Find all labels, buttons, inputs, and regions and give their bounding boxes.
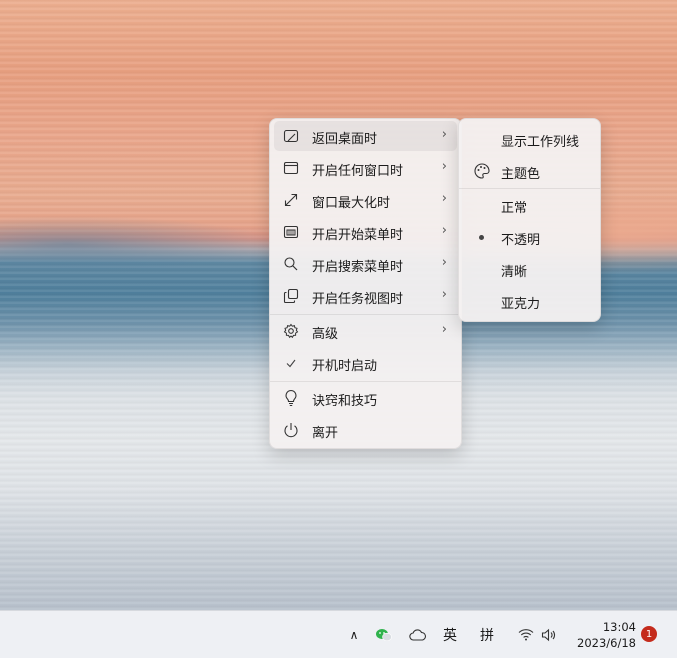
ime-language-indicator[interactable]: 英	[438, 611, 462, 658]
menu-item-label: 返回桌面时	[312, 132, 378, 147]
chevron-right-icon: ›	[441, 127, 447, 142]
task-view-icon	[282, 287, 300, 305]
submenu-item-label: 亚克力	[501, 297, 541, 312]
chevron-right-icon: ›	[441, 287, 447, 302]
start-menu-icon	[282, 223, 300, 241]
palette-icon	[473, 162, 491, 180]
chevron-right-icon: ›	[441, 223, 447, 238]
ime-mode-indicator[interactable]: 拼	[475, 611, 499, 658]
menu-separator	[270, 314, 461, 315]
submenu-item-acrylic[interactable]: 亚克力	[463, 286, 596, 316]
submenu: 显示工作列线 主题色 正常 不透明 清晰 亚克力	[458, 118, 601, 322]
submenu-item-label: 正常	[501, 201, 528, 216]
menu-item-task-view[interactable]: 开启任务视图时 ›	[274, 281, 457, 311]
menu-item-label: 离开	[312, 426, 339, 441]
submenu-item-normal[interactable]: 正常	[463, 190, 596, 220]
chevron-right-icon: ›	[441, 255, 447, 270]
context-menu: 返回桌面时 › 开启任何窗口时 › 窗口最大化时 › 开启开始菜单时 › 开启搜…	[269, 118, 462, 449]
onedrive-cloud-icon[interactable]	[407, 611, 429, 658]
submenu-separator	[459, 188, 600, 189]
search-icon	[282, 255, 300, 273]
wifi-icon[interactable]	[515, 611, 537, 658]
menu-item-label: 开启开始菜单时	[312, 228, 404, 243]
submenu-item-label: 主题色	[501, 167, 541, 182]
menu-item-advanced[interactable]: 高级 ›	[274, 316, 457, 346]
notification-badge[interactable]: 1	[641, 626, 657, 642]
desktop-icon	[282, 127, 300, 145]
submenu-item-theme-color[interactable]: 主题色	[463, 156, 596, 186]
taskbar-clock[interactable]: 13:04 2023/6/18	[566, 619, 636, 651]
menu-item-tips[interactable]: 诀窍和技巧	[274, 383, 457, 413]
submenu-item-clear[interactable]: 清晰	[463, 254, 596, 284]
menu-item-run-at-startup[interactable]: 开机时启动	[274, 348, 457, 378]
menu-item-label: 开启搜索菜单时	[312, 260, 404, 275]
menu-item-return-desktop[interactable]: 返回桌面时 ›	[274, 121, 457, 151]
chevron-right-icon: ›	[441, 191, 447, 206]
chevron-right-icon: ›	[441, 159, 447, 174]
show-hidden-icons-button[interactable]: ∧	[344, 611, 364, 658]
menu-item-any-window[interactable]: 开启任何窗口时 ›	[274, 153, 457, 183]
submenu-item-show-taskbar-line[interactable]: 显示工作列线	[463, 124, 596, 154]
window-icon	[282, 159, 300, 177]
power-icon	[282, 421, 300, 439]
submenu-item-label: 清晰	[501, 265, 528, 280]
clock-date: 2023/6/18	[577, 636, 636, 650]
chevron-right-icon: ›	[441, 322, 447, 337]
submenu-item-label: 显示工作列线	[501, 135, 580, 150]
maximize-icon	[282, 191, 300, 209]
menu-item-label: 开机时启动	[312, 359, 378, 374]
menu-separator	[270, 381, 461, 382]
selected-dot-icon	[479, 235, 484, 240]
lightbulb-icon	[282, 389, 300, 407]
menu-item-label: 开启任务视图时	[312, 292, 404, 307]
checkmark-icon	[282, 354, 300, 372]
menu-item-maximize[interactable]: 窗口最大化时 ›	[274, 185, 457, 215]
menu-item-start-menu[interactable]: 开启开始菜单时 ›	[274, 217, 457, 247]
menu-item-exit[interactable]: 离开	[274, 415, 457, 445]
submenu-item-opaque[interactable]: 不透明	[463, 222, 596, 252]
menu-item-label: 窗口最大化时	[312, 196, 391, 211]
menu-item-search-menu[interactable]: 开启搜索菜单时 ›	[274, 249, 457, 279]
submenu-item-label: 不透明	[501, 233, 541, 248]
volume-icon[interactable]	[539, 611, 559, 658]
menu-item-label: 诀窍和技巧	[312, 394, 378, 409]
taskbar: ∧ 英 拼 13:04 2023/6/18 1	[0, 610, 677, 658]
menu-item-label: 开启任何窗口时	[312, 164, 404, 179]
gear-icon	[282, 322, 300, 340]
menu-item-label: 高级	[312, 327, 339, 342]
wechat-tray-icon[interactable]	[373, 611, 395, 658]
clock-time: 13:04	[602, 620, 636, 634]
